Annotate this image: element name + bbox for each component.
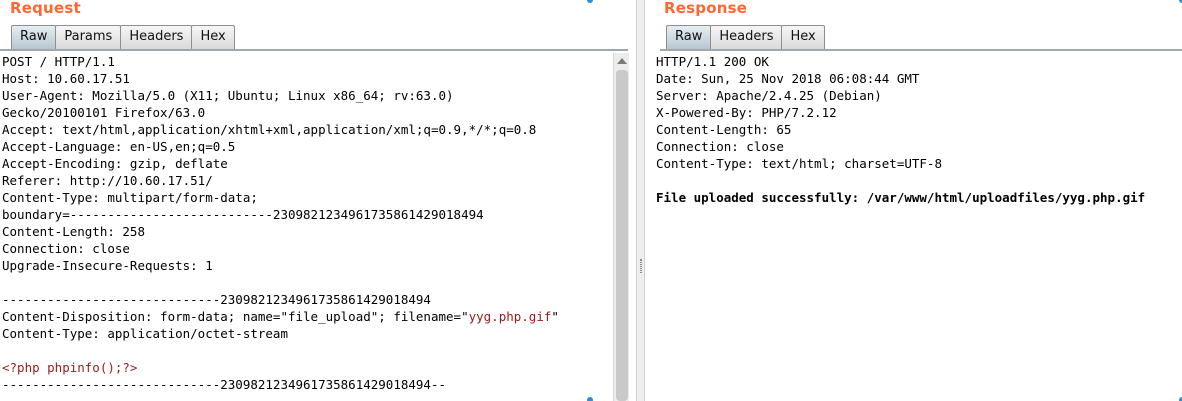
- request-tab-divider: [0, 49, 628, 51]
- scrollbar-thumb[interactable]: [616, 70, 628, 401]
- response-line: Content-Length: 65: [656, 122, 792, 137]
- request-tab-hex[interactable]: Hex: [191, 25, 235, 49]
- corner-indicator-icon: [587, 397, 593, 401]
- php-payload-line: <?php phpinfo();?>: [2, 360, 138, 375]
- response-tab-raw[interactable]: Raw: [666, 25, 712, 49]
- response-pane: Response Raw Headers Hex HTTP/1.1 200 OK…: [645, 0, 1182, 401]
- request-line: Content-Type: multipart/form-data;: [2, 190, 258, 205]
- request-tab-raw[interactable]: Raw: [11, 25, 57, 49]
- response-line: Content-Type: text/html; charset=UTF-8: [656, 156, 942, 171]
- request-line: Gecko/20100101 Firefox/63.0: [2, 105, 206, 120]
- request-line: [2, 342, 612, 359]
- response-tab-divider: [660, 49, 1182, 51]
- request-editor[interactable]: POST / HTTP/1.1 Host: 10.60.17.51 User-A…: [2, 53, 612, 401]
- request-line: Connection: close: [2, 241, 130, 256]
- scroll-up-arrow-icon[interactable]: [617, 58, 627, 64]
- request-pane: Request Raw Params Headers Hex POST / HT…: [0, 0, 636, 401]
- request-line: POST / HTTP/1.1: [2, 54, 115, 69]
- splitter-grip-icon[interactable]: [640, 259, 642, 273]
- content-disposition-line: Content-Disposition: form-data; name="fi…: [2, 308, 612, 325]
- response-tab-headers[interactable]: Headers: [710, 25, 783, 49]
- request-line: Upgrade-Insecure-Requests: 1: [2, 258, 213, 273]
- request-line: User-Agent: Mozilla/5.0 (X11; Ubuntu; Li…: [2, 88, 454, 103]
- disposition-suffix: ": [551, 309, 559, 324]
- request-tab-headers[interactable]: Headers: [120, 25, 193, 49]
- request-tabs: Raw Params Headers Hex: [11, 25, 235, 49]
- request-line: Accept-Language: en-US,en;q=0.5: [2, 139, 236, 154]
- response-line: HTTP/1.1 200 OK: [656, 54, 769, 69]
- request-title: Request: [10, 0, 81, 17]
- response-line: Server: Apache/2.4.25 (Debian): [656, 88, 882, 103]
- request-line: -----------------------------23098212349…: [2, 377, 447, 392]
- response-title: Response: [664, 0, 748, 17]
- request-line: boundary=---------------------------2309…: [2, 207, 484, 222]
- request-line: [2, 274, 612, 291]
- response-editor[interactable]: HTTP/1.1 200 OK Date: Sun, 25 Nov 2018 0…: [656, 53, 1182, 401]
- request-line: Referer: http://10.60.17.51/: [2, 173, 213, 188]
- pane-splitter[interactable]: [636, 0, 645, 401]
- request-scrollbar[interactable]: [613, 53, 629, 401]
- response-body: File uploaded successfully: /var/www/htm…: [656, 190, 1146, 205]
- request-line: Content-Type: application/octet-stream: [2, 326, 288, 341]
- request-line: Accept-Encoding: gzip, deflate: [2, 156, 228, 171]
- response-line: X-Powered-By: PHP/7.2.12: [656, 105, 837, 120]
- response-tabs: Raw Headers Hex: [666, 25, 825, 49]
- request-line: Host: 10.60.17.51: [2, 71, 130, 86]
- request-line: Content-Length: 258: [2, 224, 145, 239]
- upload-filename: yyg.php.gif: [468, 309, 552, 324]
- response-line: [656, 172, 1182, 189]
- request-tab-params[interactable]: Params: [55, 25, 122, 49]
- response-tab-hex[interactable]: Hex: [781, 25, 825, 49]
- disposition-prefix: Content-Disposition: form-data; name="fi…: [2, 309, 469, 324]
- response-line: Date: Sun, 25 Nov 2018 06:08:44 GMT: [656, 71, 920, 86]
- request-line: -----------------------------23098212349…: [2, 292, 431, 307]
- response-line: Connection: close: [656, 139, 784, 154]
- request-line: Accept: text/html,application/xhtml+xml,…: [2, 122, 537, 137]
